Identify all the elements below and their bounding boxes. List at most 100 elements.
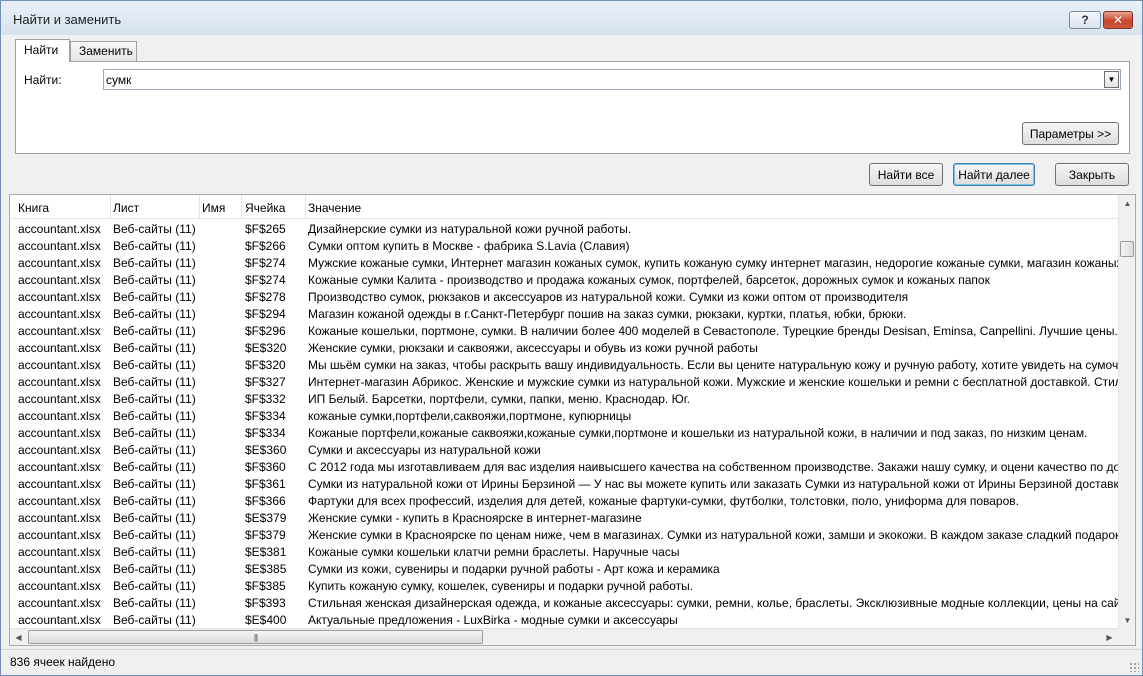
cell-value: Кожаные портфели,кожаные саквояжи,кожаны… <box>308 426 1088 440</box>
table-row[interactable]: accountant.xlsx Веб-сайты (11) $E$385 Сумки… <box>10 560 1118 577</box>
close-button[interactable]: Закрыть <box>1055 163 1129 186</box>
column-header-name[interactable]: Имя <box>202 201 225 215</box>
cell-address: $F$274 <box>245 256 286 270</box>
table-row[interactable]: accountant.xlsx Веб-сайты (11) $F$294 Магаз… <box>10 305 1118 322</box>
tab-find[interactable]: Найти <box>15 39 70 62</box>
cell-book: accountant.xlsx <box>18 307 101 321</box>
table-row[interactable]: accountant.xlsx Веб-сайты (11) $F$393 Стиль… <box>10 594 1118 611</box>
cell-value: Женские сумки, рюкзаки и саквояжи, аксес… <box>308 341 758 355</box>
table-row[interactable]: accountant.xlsx Веб-сайты (11) $F$379 Женск… <box>10 526 1118 543</box>
cell-sheet: Веб-сайты (11) <box>113 392 196 406</box>
cell-book: accountant.xlsx <box>18 494 101 508</box>
table-row[interactable]: accountant.xlsx Веб-сайты (11) $F$385 Купит… <box>10 577 1118 594</box>
table-row[interactable]: accountant.xlsx Веб-сайты (11) $F$327 Интер… <box>10 373 1118 390</box>
cell-value: Сумки из кожи, сувениры и подарки ручной… <box>308 562 720 576</box>
cell-address: $F$334 <box>245 409 286 423</box>
table-row[interactable]: accountant.xlsx Веб-сайты (11) $F$320 Мы шь… <box>10 356 1118 373</box>
cell-sheet: Веб-сайты (11) <box>113 545 196 559</box>
cell-address: $E$400 <box>245 613 287 627</box>
resize-grip-icon[interactable] <box>1129 662 1139 672</box>
cell-book: accountant.xlsx <box>18 596 101 610</box>
table-row[interactable]: accountant.xlsx Веб-сайты (11) $F$361 Сумки… <box>10 475 1118 492</box>
scroll-right-icon[interactable]: ▶ <box>1101 629 1118 645</box>
cell-sheet: Веб-сайты (11) <box>113 239 196 253</box>
column-header-book[interactable]: Книга <box>18 201 49 215</box>
cell-sheet: Веб-сайты (11) <box>113 596 196 610</box>
table-row[interactable]: accountant.xlsx Веб-сайты (11) $F$360 С 201… <box>10 458 1118 475</box>
column-divider[interactable] <box>305 195 306 219</box>
cell-book: accountant.xlsx <box>18 409 101 423</box>
scroll-down-icon[interactable]: ▼ <box>1119 612 1135 629</box>
scroll-left-icon[interactable]: ◀ <box>10 629 27 645</box>
cell-address: $E$385 <box>245 562 287 576</box>
cell-value: Сумки и аксессуары из натуральной кожи <box>308 443 541 457</box>
table-row[interactable]: accountant.xlsx Веб-сайты (11) $F$296 Кожан… <box>10 322 1118 339</box>
cell-book: accountant.xlsx <box>18 222 101 236</box>
column-header-cell[interactable]: Ячейка <box>245 201 285 215</box>
vertical-scroll-thumb[interactable] <box>1120 241 1134 257</box>
table-row[interactable]: accountant.xlsx Веб-сайты (11) $F$266 Сумки… <box>10 237 1118 254</box>
table-row[interactable]: accountant.xlsx Веб-сайты (11) $F$274 Кожан… <box>10 271 1118 288</box>
help-button[interactable]: ? <box>1069 11 1101 29</box>
table-row[interactable]: accountant.xlsx Веб-сайты (11) $F$265 Дизай… <box>10 220 1118 237</box>
cell-book: accountant.xlsx <box>18 426 101 440</box>
cell-book: accountant.xlsx <box>18 273 101 287</box>
table-row[interactable]: accountant.xlsx Веб-сайты (11) $E$379 Женск… <box>10 509 1118 526</box>
vertical-scrollbar[interactable]: ▲ ▼ <box>1118 195 1135 629</box>
horizontal-scrollbar[interactable]: ◀ ||| ▶ <box>10 628 1118 645</box>
column-divider[interactable] <box>199 195 200 219</box>
cell-book: accountant.xlsx <box>18 460 101 474</box>
cell-sheet: Веб-сайты (11) <box>113 222 196 236</box>
cell-sheet: Веб-сайты (11) <box>113 426 196 440</box>
cell-sheet: Веб-сайты (11) <box>113 579 196 593</box>
table-row[interactable]: accountant.xlsx Веб-сайты (11) $E$381 Кожан… <box>10 543 1118 560</box>
cell-address: $F$265 <box>245 222 286 236</box>
cell-value: Купить кожаную сумку, кошелек, сувениры … <box>308 579 694 593</box>
cell-value: Кожаные сумки Калита - производство и пр… <box>308 273 990 287</box>
cell-sheet: Веб-сайты (11) <box>113 324 196 338</box>
find-combobox[interactable]: ▼ <box>103 69 1121 90</box>
column-header-value[interactable]: Значение <box>308 201 361 215</box>
options-button[interactable]: Параметры >> <box>1022 122 1119 145</box>
table-row[interactable]: accountant.xlsx Веб-сайты (11) $E$400 Актуа… <box>10 611 1118 628</box>
cell-value: Женские сумки - купить в Красноярске в и… <box>308 511 642 525</box>
horizontal-scroll-thumb[interactable]: ||| <box>28 630 483 644</box>
cell-value: Кожаные сумки кошельки клатчи ремни брас… <box>308 545 680 559</box>
table-row[interactable]: accountant.xlsx Веб-сайты (11) $F$366 Фарту… <box>10 492 1118 509</box>
find-replace-dialog: Найти и заменить ? ✕ Найти Заменить Найт… <box>0 0 1143 676</box>
cell-sheet: Веб-сайты (11) <box>113 613 196 627</box>
find-label: Найти: <box>24 73 62 87</box>
table-row[interactable]: accountant.xlsx Веб-сайты (11) $E$320 Женск… <box>10 339 1118 356</box>
cell-value: ИП Белый. Барсетки, портфели, сумки, пап… <box>308 392 690 406</box>
tab-replace[interactable]: Заменить <box>70 41 137 61</box>
cell-sheet: Веб-сайты (11) <box>113 443 196 457</box>
find-input[interactable] <box>106 71 1101 88</box>
cell-sheet: Веб-сайты (11) <box>113 290 196 304</box>
table-row[interactable]: accountant.xlsx Веб-сайты (11) $F$274 Мужск… <box>10 254 1118 271</box>
cell-sheet: Веб-сайты (11) <box>113 273 196 287</box>
cell-sheet: Веб-сайты (11) <box>113 409 196 423</box>
status-text: 836 ячеек найдено <box>10 655 116 669</box>
find-next-button[interactable]: Найти далее <box>953 163 1035 186</box>
find-all-button[interactable]: Найти все <box>869 163 943 186</box>
table-row[interactable]: accountant.xlsx Веб-сайты (11) $F$334 Кожан… <box>10 424 1118 441</box>
close-window-button[interactable]: ✕ <box>1103 11 1133 29</box>
cell-value: Кожаные кошельки, портмоне, сумки. В нал… <box>308 324 1118 338</box>
results-list: Книга Лист Имя Ячейка Значение accountan… <box>9 194 1136 646</box>
cell-book: accountant.xlsx <box>18 579 101 593</box>
column-header-sheet[interactable]: Лист <box>113 201 139 215</box>
chevron-down-icon[interactable]: ▼ <box>1104 71 1119 88</box>
cell-address: $F$379 <box>245 528 286 542</box>
cell-book: accountant.xlsx <box>18 256 101 270</box>
cell-address: $F$327 <box>245 375 286 389</box>
table-row[interactable]: accountant.xlsx Веб-сайты (11) $F$332 ИП Бе… <box>10 390 1118 407</box>
table-row[interactable]: accountant.xlsx Веб-сайты (11) $F$334 кожан… <box>10 407 1118 424</box>
cell-value: Мы шьём сумки на заказ, чтобы раскрыть в… <box>308 358 1118 372</box>
cell-value: Женские сумки в Красноярске по ценам ниж… <box>308 528 1118 542</box>
table-row[interactable]: accountant.xlsx Веб-сайты (11) $E$360 Сумки… <box>10 441 1118 458</box>
column-divider[interactable] <box>241 195 242 219</box>
cell-book: accountant.xlsx <box>18 443 101 457</box>
scroll-up-icon[interactable]: ▲ <box>1119 195 1135 212</box>
column-divider[interactable] <box>110 195 111 219</box>
table-row[interactable]: accountant.xlsx Веб-сайты (11) $F$278 Произ… <box>10 288 1118 305</box>
